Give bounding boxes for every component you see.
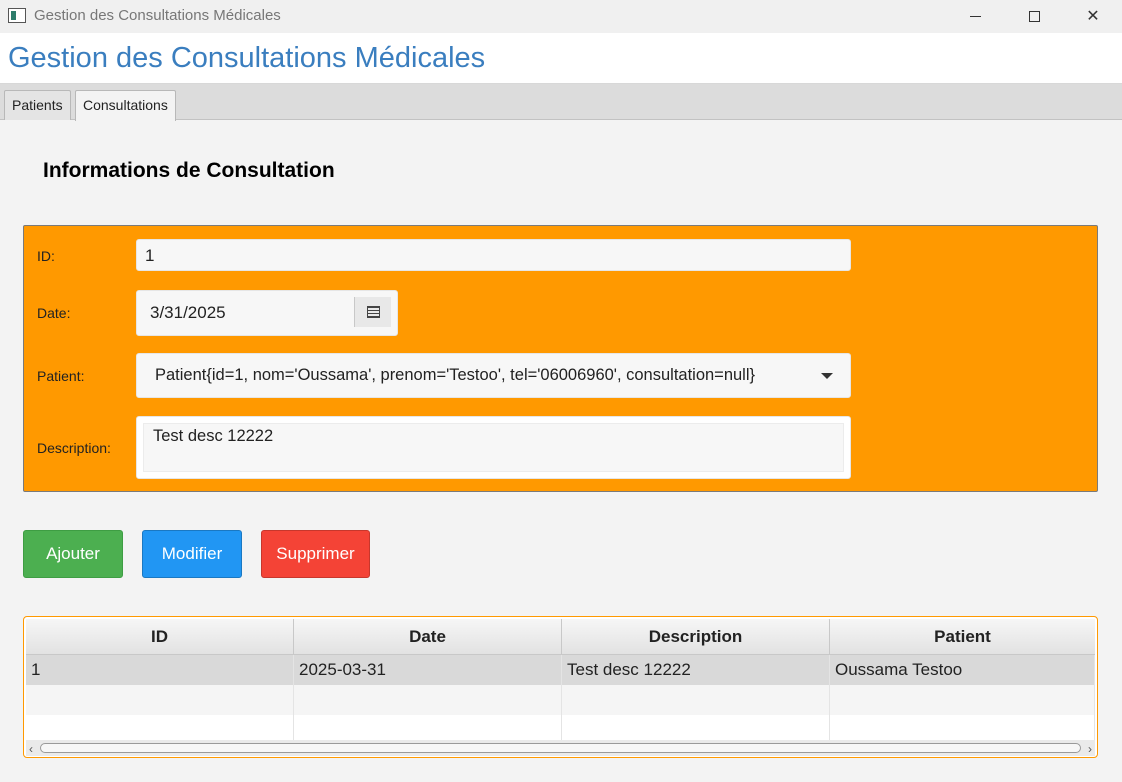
consultations-table: ID Date Description Patient 1 2025-03-31… — [23, 616, 1098, 758]
column-header-id[interactable]: ID — [26, 619, 294, 655]
table-row-empty — [26, 685, 1095, 715]
id-label: ID: — [37, 248, 55, 264]
scroll-left-icon[interactable]: ‹ — [29, 742, 33, 756]
close-button[interactable]: ✕ — [1070, 0, 1116, 32]
window-title: Gestion des Consultations Médicales — [34, 7, 281, 24]
description-value: Test desc 12222 — [153, 427, 274, 445]
consultation-form: ID: 1 Date: 3/31/2025 Patient: Patient{i… — [23, 225, 1098, 492]
date-picker[interactable]: 3/31/2025 — [136, 290, 398, 336]
patient-select-value: Patient{id=1, nom='Oussama', prenom='Tes… — [155, 366, 756, 384]
tab-consultations[interactable]: Consultations — [75, 90, 176, 121]
minimize-button[interactable] — [952, 0, 998, 32]
description-field[interactable]: Test desc 12222 — [136, 416, 851, 479]
calendar-button[interactable] — [354, 297, 391, 327]
calendar-icon — [366, 306, 380, 318]
app-header: Gestion des Consultations Médicales — [0, 33, 1122, 84]
close-icon: ✕ — [1086, 8, 1100, 25]
add-button[interactable]: Ajouter — [23, 530, 123, 578]
chevron-down-icon[interactable] — [821, 373, 833, 379]
scrollbar-thumb[interactable] — [40, 743, 1081, 753]
patient-label: Patient: — [37, 368, 85, 384]
date-label: Date: — [37, 305, 71, 321]
tab-patients[interactable]: Patients — [4, 90, 71, 120]
column-header-description[interactable]: Description — [562, 619, 830, 655]
empty-cell — [294, 685, 562, 715]
column-header-date[interactable]: Date — [294, 619, 562, 655]
cell-id: 1 — [26, 655, 294, 685]
cell-description: Test desc 12222 — [562, 655, 830, 685]
maximize-button[interactable] — [1011, 0, 1057, 32]
empty-cell — [26, 685, 294, 715]
edit-button[interactable]: Modifier — [142, 530, 242, 578]
table-header: ID Date Description Patient — [26, 619, 1095, 655]
cell-date: 2025-03-31 — [294, 655, 562, 685]
description-label: Description: — [37, 440, 111, 456]
patient-select[interactable]: Patient{id=1, nom='Oussama', prenom='Tes… — [136, 353, 851, 398]
date-value: 3/31/2025 — [150, 303, 226, 322]
empty-cell — [562, 685, 830, 715]
cell-patient: Oussama Testoo — [830, 655, 1095, 685]
horizontal-scrollbar[interactable]: ‹ › — [26, 740, 1095, 756]
maximize-icon — [1028, 10, 1040, 22]
delete-button[interactable]: Supprimer — [261, 530, 370, 578]
section-title: Informations de Consultation — [43, 159, 335, 182]
empty-cell — [830, 685, 1095, 715]
table-row[interactable]: 1 2025-03-31 Test desc 12222 Oussama Tes… — [26, 655, 1095, 685]
tab-bar: Patients Consultations — [0, 84, 1122, 121]
id-field[interactable]: 1 — [136, 239, 851, 271]
app-icon — [8, 8, 26, 23]
window-titlebar: Gestion des Consultations Médicales ✕ — [0, 0, 1122, 33]
scroll-right-icon[interactable]: › — [1088, 742, 1092, 756]
app-title: Gestion des Consultations Médicales — [8, 42, 486, 74]
minimize-icon — [969, 15, 981, 17]
column-header-patient[interactable]: Patient — [830, 619, 1095, 655]
